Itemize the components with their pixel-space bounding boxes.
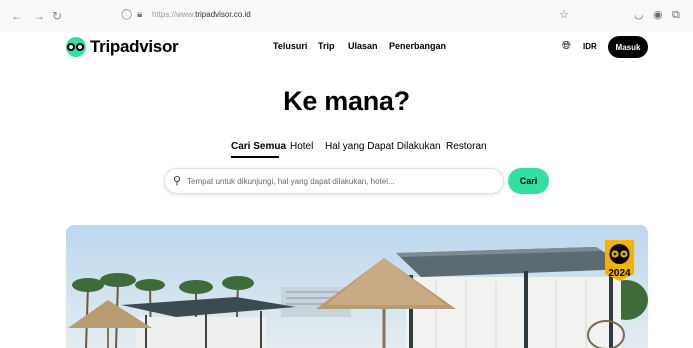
nav-trips[interactable]: Trip: [318, 41, 335, 51]
pocket-icon[interactable]: ◡: [634, 8, 644, 22]
search-bar[interactable]: ⚲: [164, 168, 504, 194]
search-input[interactable]: [187, 174, 487, 188]
reload-icon[interactable]: ↻: [52, 8, 62, 24]
shield-icon[interactable]: ◯: [121, 9, 132, 20]
extensions-icon[interactable]: ⧉: [672, 8, 680, 22]
hero-image: [66, 225, 648, 348]
tab-search-all[interactable]: Cari Semua: [231, 141, 286, 152]
lock-icon[interactable]: 🔒︎: [137, 9, 142, 20]
active-tab-indicator: [231, 156, 279, 158]
star-icon[interactable]: ☆: [559, 8, 569, 22]
url-domain: tripadvisor.co.id: [195, 10, 251, 19]
owl-logo-icon: [66, 37, 86, 57]
language-globe-icon[interactable]: 🌐︎: [562, 40, 571, 53]
tab-hotels[interactable]: Hotel: [290, 141, 313, 152]
address-bar[interactable]: ◯ 🔒︎ https://www.tripadvisor.co.id: [111, 6, 583, 26]
nav-reviews[interactable]: Ulasan: [348, 41, 378, 51]
browser-toolbar: ← → ↻ ◯ 🔒︎ https://www.tripadvisor.co.id…: [0, 0, 693, 32]
logo-text: Tripadvisor: [90, 37, 179, 56]
travelers-choice-badge: 2024: [605, 240, 634, 281]
tripadvisor-logo[interactable]: Tripadvisor: [66, 36, 179, 58]
search-button[interactable]: Cari: [508, 168, 549, 194]
nav-explore[interactable]: Telusuri: [273, 41, 307, 51]
forward-arrow-icon[interactable]: →: [33, 8, 45, 24]
beach-cabanas-image: [66, 225, 648, 348]
page-title: Ke mana?: [283, 86, 410, 116]
tab-things-to-do[interactable]: Hal yang Dapat Dilakukan: [325, 141, 441, 152]
url-prefix: https://www.: [152, 10, 196, 19]
url-text[interactable]: https://www.tripadvisor.co.id: [152, 10, 251, 19]
signin-button[interactable]: Masuk: [608, 36, 648, 58]
account-icon[interactable]: ◉: [653, 8, 663, 22]
currency-selector[interactable]: IDR: [583, 42, 597, 51]
badge-year: 2024: [608, 268, 631, 279]
back-arrow-icon[interactable]: ←: [11, 8, 23, 24]
search-icon: ⚲: [173, 175, 182, 187]
nav-flights[interactable]: Penerbangan: [389, 41, 446, 51]
tab-restaurants[interactable]: Restoran: [446, 141, 487, 152]
